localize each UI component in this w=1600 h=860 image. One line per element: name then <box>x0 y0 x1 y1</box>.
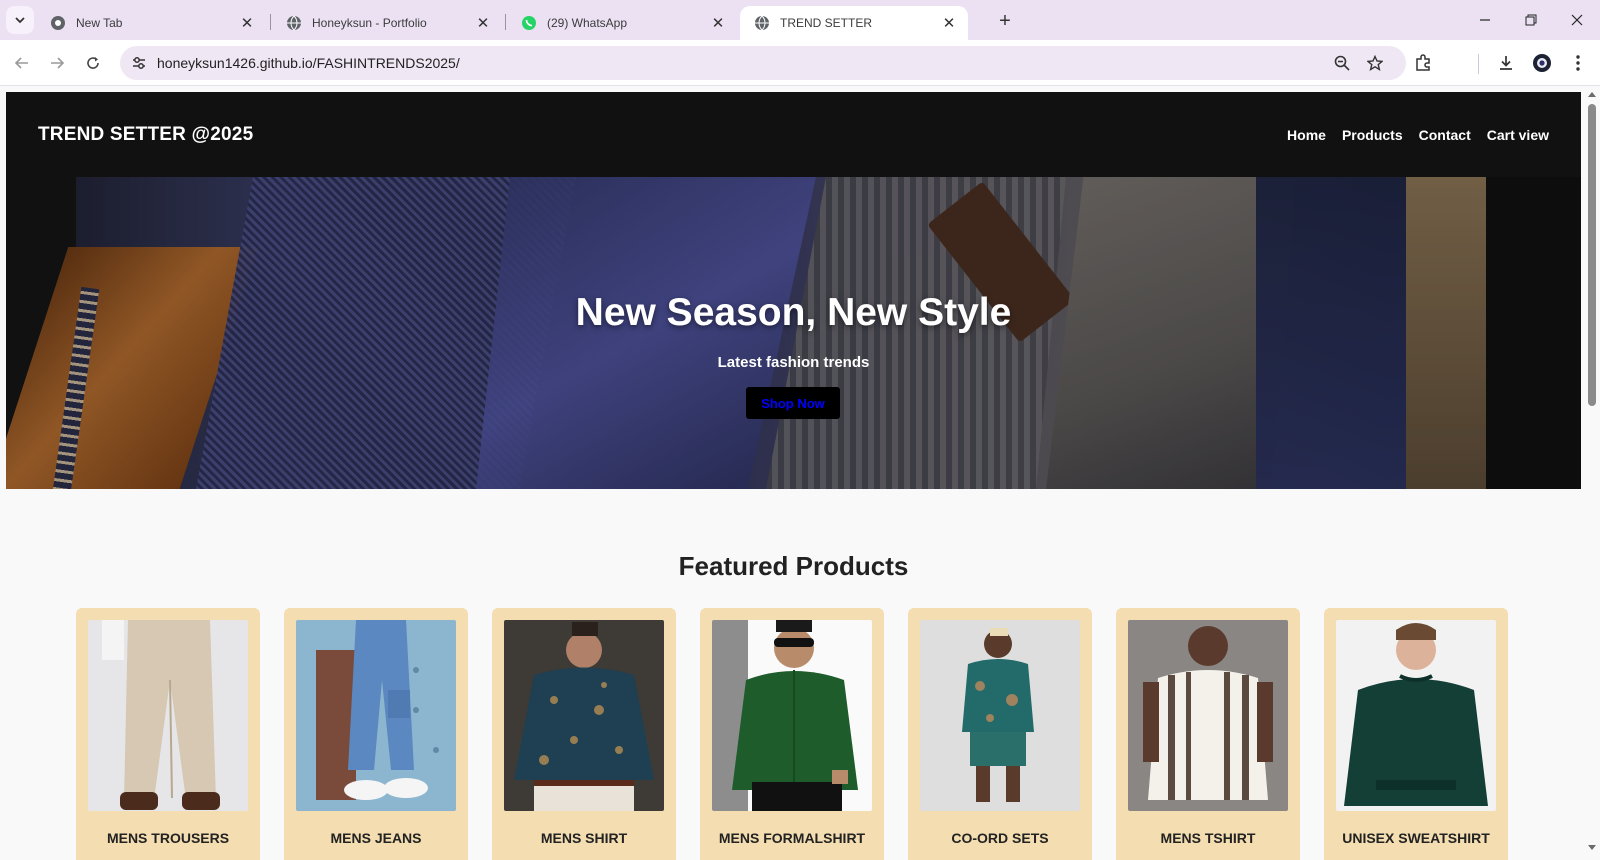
close-tab-icon[interactable]: ✕ <box>474 14 492 32</box>
chrome-icon <box>50 15 66 31</box>
site-info-icon[interactable] <box>130 54 148 72</box>
hero-subtitle: Latest fashion trends <box>717 354 870 371</box>
whatsapp-icon <box>521 15 537 31</box>
scroll-down-arrow-icon[interactable] <box>1588 845 1596 850</box>
tab-title: TREND SETTER <box>780 16 873 30</box>
close-window-button[interactable] <box>1554 0 1600 40</box>
browser-toolbar: honeyksun1426.github.io/FASHINTRENDS2025… <box>0 40 1600 86</box>
close-tab-icon[interactable]: ✕ <box>709 14 727 32</box>
restore-button[interactable] <box>1508 0 1554 40</box>
product-image-formal-shirt[interactable] <box>712 620 872 811</box>
restore-icon <box>1525 14 1537 26</box>
back-button[interactable] <box>8 49 36 77</box>
forward-button[interactable] <box>43 49 71 77</box>
product-name: MENS FORMALSHIRT <box>718 830 866 846</box>
nav-cart-link[interactable]: Cart view <box>1487 127 1549 143</box>
tab-portfolio[interactable]: Honeyksun - Portfolio ✕ <box>272 6 502 40</box>
site-brand[interactable]: TREND SETTER @2025 <box>38 124 253 146</box>
tab-separator <box>270 14 271 30</box>
nav-contact-link[interactable]: Contact <box>1419 127 1471 143</box>
shop-now-button[interactable]: Shop Now <box>746 387 840 419</box>
chevron-down-icon <box>15 17 25 24</box>
url-text: honeyksun1426.github.io/FASHINTRENDS2025… <box>157 55 460 71</box>
product-name: MENS TROUSERS <box>106 830 230 846</box>
product-card[interactable]: MENS TROUSERS <box>76 608 260 860</box>
address-bar[interactable]: honeyksun1426.github.io/FASHINTRENDS2025… <box>120 46 1406 80</box>
bookmark-star-icon[interactable] <box>1365 53 1385 73</box>
minimize-icon <box>1480 19 1490 21</box>
tab-separator <box>505 14 506 30</box>
product-image-jeans[interactable] <box>296 620 456 811</box>
arrow-left-icon <box>14 57 28 69</box>
arrow-right-icon <box>51 57 65 69</box>
tab-trend-setter[interactable]: TREND SETTER ✕ <box>740 6 968 40</box>
tab-title: Honeyksun - Portfolio <box>312 16 427 30</box>
product-image-striped-tshirt[interactable] <box>1128 620 1288 811</box>
plus-icon: + <box>999 9 1011 32</box>
toolbar-divider <box>1478 54 1479 74</box>
tab-title: New Tab <box>76 16 123 30</box>
profile-avatar[interactable] <box>1530 51 1554 75</box>
page-viewport: TREND SETTER @2025 Home Products Contact… <box>6 92 1581 860</box>
product-card[interactable]: MENS TSHIRT <box>1116 608 1300 860</box>
product-image-coord-set[interactable] <box>920 620 1080 811</box>
product-name: MENS SHIRT <box>540 830 628 846</box>
site-nav: Home Products Contact Cart view <box>1287 127 1549 143</box>
product-name: CO-ORD SETS <box>951 830 1049 846</box>
nav-home-link[interactable]: Home <box>1287 127 1326 143</box>
product-card[interactable]: MENS FORMALSHIRT <box>700 608 884 860</box>
hero-banner: New Season, New Style Latest fashion tre… <box>6 177 1581 489</box>
download-icon[interactable] <box>1494 51 1518 75</box>
tab-new-tab[interactable]: New Tab ✕ <box>36 6 266 40</box>
scrollbar-thumb[interactable] <box>1588 104 1596 406</box>
close-tab-icon[interactable]: ✕ <box>940 14 958 32</box>
product-card[interactable]: MENS SHIRT <box>492 608 676 860</box>
close-tab-icon[interactable]: ✕ <box>238 14 256 32</box>
nav-products-link[interactable]: Products <box>1342 127 1403 143</box>
product-image-printed-shirt[interactable] <box>504 620 664 811</box>
product-image-trousers[interactable] <box>88 620 248 811</box>
product-name: MENS JEANS <box>330 830 422 846</box>
site-header: TREND SETTER @2025 Home Products Contact… <box>6 92 1581 177</box>
product-name: UNISEX SWEATSHIRT <box>1342 830 1490 846</box>
product-image-sweatshirt[interactable] <box>1336 620 1496 811</box>
tab-title: (29) WhatsApp <box>547 16 628 30</box>
tab-whatsapp[interactable]: (29) WhatsApp ✕ <box>507 6 737 40</box>
zoom-icon[interactable] <box>1332 53 1352 73</box>
more-menu-icon[interactable] <box>1566 51 1590 75</box>
scroll-up-arrow-icon[interactable] <box>1588 92 1596 97</box>
reload-icon <box>87 57 99 69</box>
browser-tabstrip: New Tab ✕ Honeyksun - Portfolio ✕ (29) W… <box>0 0 1600 40</box>
product-card[interactable]: CO-ORD SETS <box>908 608 1092 860</box>
globe-icon <box>286 15 302 31</box>
globe-icon <box>754 15 770 31</box>
product-card[interactable]: UNISEX SWEATSHIRT <box>1324 608 1508 860</box>
featured-products-heading: Featured Products <box>678 551 909 581</box>
extensions-icon[interactable] <box>1411 51 1435 75</box>
product-grid: MENS TROUSERS MENS JEANS MENS SHIRT MENS… <box>76 608 1508 860</box>
close-icon <box>1571 14 1583 26</box>
new-tab-button[interactable]: + <box>992 8 1018 34</box>
page-scrollbar[interactable] <box>1584 92 1600 860</box>
reload-button[interactable] <box>79 49 107 77</box>
hero-title: New Season, New Style <box>575 291 1012 334</box>
tab-search-button[interactable] <box>6 6 34 34</box>
product-card[interactable]: MENS JEANS <box>284 608 468 860</box>
product-name: MENS TSHIRT <box>1160 830 1256 846</box>
minimize-button[interactable] <box>1462 0 1508 40</box>
